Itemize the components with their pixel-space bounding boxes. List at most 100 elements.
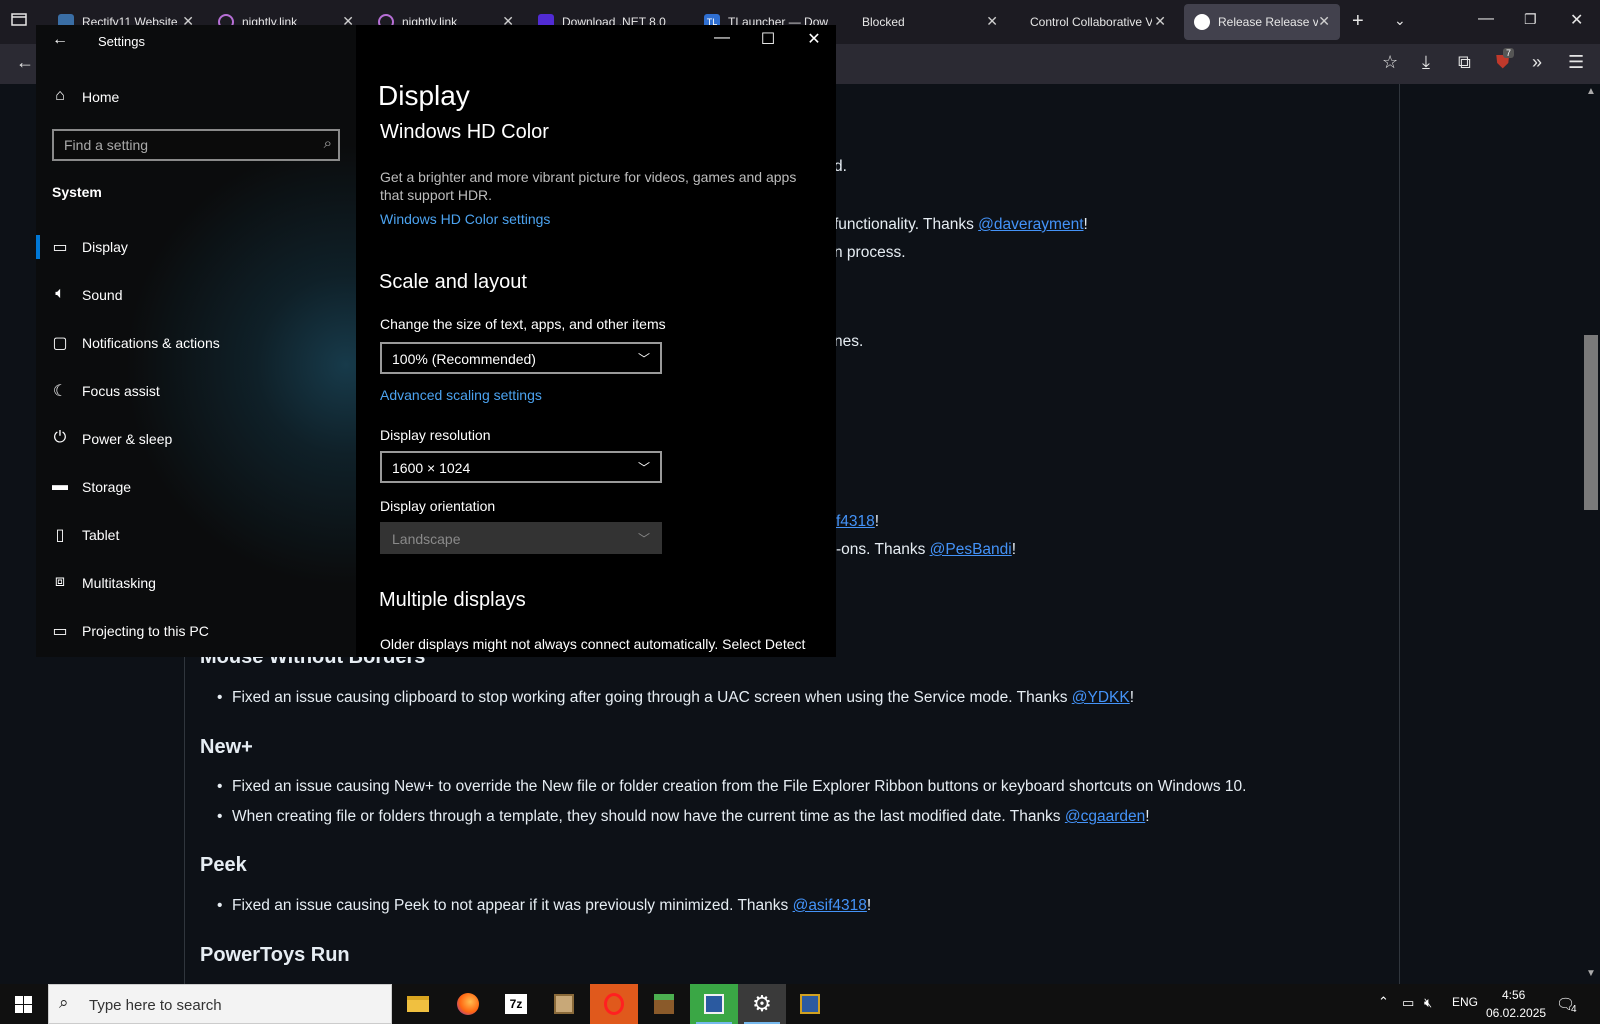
partial-text-line: nes.	[834, 333, 864, 350]
close-icon[interactable]: ✕	[794, 29, 834, 49]
chevron-down-icon: ﹀	[637, 461, 650, 475]
user-link[interactable]: @asif4318	[793, 897, 867, 914]
search-icon[interactable]: ⌕	[324, 135, 332, 152]
orientation-label: Display orientation	[380, 498, 496, 514]
browser-tab[interactable]: Blocked ✕	[852, 4, 1008, 40]
section-title: Windows HD Color	[380, 121, 549, 143]
notification-icon: ▢	[52, 335, 68, 352]
nav-item-multitasking[interactable]: ⧈ Multitasking	[36, 565, 356, 601]
download-icon[interactable]: ⤓	[1422, 52, 1430, 73]
user-link[interactable]: @cgaarden	[1065, 808, 1145, 825]
orientation-dropdown: Landscape ﹀	[380, 522, 662, 554]
bookmark-star-icon[interactable]: ☆	[1382, 52, 1398, 73]
tab-label: Blocked	[862, 15, 905, 29]
7zip-icon: 7z	[505, 994, 527, 1014]
user-link[interactable]: f4318	[836, 513, 875, 530]
clock-time[interactable]: 4:56	[1502, 988, 1525, 1002]
advanced-scaling-link[interactable]: Advanced scaling settings	[380, 387, 542, 403]
partial-text-line: functionality. Thanks @daverayment!	[834, 216, 1088, 233]
network-icon[interactable]: ▭	[1402, 995, 1414, 1011]
7zip-app[interactable]: 7z	[492, 984, 540, 1024]
chevron-up-icon[interactable]: ⌃	[1378, 994, 1389, 1010]
archive-app[interactable]	[540, 984, 588, 1024]
chart-app-icon	[704, 994, 724, 1014]
settings-app[interactable]: ⚙	[738, 984, 786, 1024]
partial-text-line: n process.	[834, 244, 906, 261]
file-explorer-app[interactable]	[394, 984, 442, 1024]
hd-color-settings-link[interactable]: Windows HD Color settings	[380, 211, 550, 227]
restore-window-icon[interactable]: ❐	[1524, 11, 1537, 28]
settings-window: ← Settings ⌂ Home ⌕ System ▭ Display 🔈︎ …	[36, 25, 836, 657]
page-scrollbar[interactable]: ▲ ▼	[1582, 84, 1600, 984]
section-heading: PowerToys Run	[200, 944, 350, 966]
close-window-icon[interactable]: ✕	[1570, 10, 1583, 30]
resolution-dropdown[interactable]: 1600 × 1024 ﹀	[380, 451, 662, 483]
back-arrow-icon[interactable]: ←	[50, 31, 70, 49]
volume-muted-icon[interactable]: 🔇︎	[1424, 995, 1432, 1011]
list-item: Fixed an issue causing clipboard to stop…	[217, 689, 1134, 707]
minimize-icon[interactable]: —	[702, 29, 742, 47]
nav-item-focus-assist[interactable]: ☾ Focus assist	[36, 373, 356, 409]
close-tab-icon[interactable]: ✕	[986, 13, 998, 30]
storage-icon: ▬	[52, 477, 68, 494]
clock-date[interactable]: 06.02.2025	[1486, 1006, 1546, 1020]
nav-item-display[interactable]: ▭ Display	[36, 229, 356, 265]
scrollbar-thumb[interactable]	[1584, 335, 1598, 510]
monitor-icon: ▭	[52, 239, 68, 256]
nav-item-label: Multitasking	[82, 575, 156, 591]
extensions-icon[interactable]: ⧉	[1458, 52, 1471, 73]
taskmgr-app[interactable]	[690, 984, 738, 1024]
partial-text-line: f4318!	[836, 513, 880, 530]
windows-logo-icon	[15, 996, 32, 1018]
scroll-down-arrow-icon[interactable]: ▼	[1586, 968, 1596, 979]
settings-search-box[interactable]: ⌕	[52, 129, 340, 161]
section-description: Get a brighter and more vibrant picture …	[380, 169, 797, 203]
more-tools-icon[interactable]: »	[1532, 52, 1542, 73]
tab-label: Control Collaborative V	[1030, 15, 1152, 29]
nav-item-label: Projecting to this PC	[82, 623, 209, 639]
nav-item-storage[interactable]: ▬ Storage	[36, 469, 356, 505]
close-tab-icon[interactable]: ✕	[1318, 13, 1330, 30]
tab-list-icon[interactable]	[10, 10, 28, 33]
nav-item-tablet[interactable]: ▯ Tablet	[36, 517, 356, 553]
nav-item-projecting[interactable]: ▭ Projecting to this PC	[36, 613, 356, 649]
start-button[interactable]	[0, 984, 48, 1024]
nav-item-sound[interactable]: 🔈︎ Sound	[36, 277, 356, 313]
nav-item-power-sleep[interactable]: ⏻ Power & sleep	[36, 421, 356, 457]
new-tab-icon[interactable]: +	[1352, 10, 1364, 33]
firefox-icon	[457, 993, 479, 1015]
dropdown-value: 100% (Recommended)	[392, 351, 536, 367]
taskbar-search-input[interactable]	[87, 995, 377, 1015]
search-icon: ⌕	[59, 993, 69, 1012]
user-link[interactable]: @YDKK	[1072, 689, 1130, 706]
menu-icon[interactable]: ☰	[1568, 52, 1584, 73]
close-tab-icon[interactable]: ✕	[1154, 13, 1166, 30]
user-link[interactable]: @daverayment	[978, 216, 1083, 233]
home-nav-item[interactable]: ⌂ Home	[36, 79, 356, 115]
taskbar-search-box[interactable]: ⌕	[48, 984, 392, 1024]
folder-icon	[407, 996, 429, 1012]
gear-icon: ⚙	[752, 991, 772, 1016]
speaker-icon: 🔈︎	[55, 285, 65, 302]
scale-dropdown[interactable]: 100% (Recommended) ﹀	[380, 342, 662, 374]
minecraft-app[interactable]	[640, 984, 688, 1024]
language-indicator[interactable]: ENG	[1452, 995, 1478, 1009]
maximize-icon[interactable]: ☐	[748, 29, 788, 49]
monitor-app[interactable]	[786, 984, 834, 1024]
package-icon	[554, 994, 574, 1014]
projecting-icon: ▭	[52, 623, 68, 640]
list-item: When creating file or folders through a …	[217, 808, 1150, 826]
tab-overflow-chevron-icon[interactable]: ⌄	[1394, 12, 1406, 29]
browser-tab-active[interactable]: Release Release v0. ✕	[1184, 4, 1340, 40]
scroll-up-arrow-icon[interactable]: ▲	[1586, 86, 1596, 97]
nav-item-notifications[interactable]: ▢ Notifications & actions	[36, 325, 356, 361]
nav-item-label: Display	[82, 239, 128, 255]
user-link[interactable]: @PesBandi	[930, 541, 1012, 558]
back-arrow-icon[interactable]: ←	[16, 52, 34, 73]
settings-search-input[interactable]	[62, 135, 302, 155]
minimize-window-icon[interactable]: —	[1478, 10, 1494, 28]
windows-taskbar: ⌕ 7z ⚙ ⌃ ▭ 🔇︎ ENG 4:56 06.02.2025 🗨︎ 4	[0, 984, 1600, 1024]
firefox-app[interactable]	[444, 984, 492, 1024]
browser-tab[interactable]: Control Collaborative V ✕	[1020, 4, 1176, 40]
opera-app[interactable]	[590, 984, 638, 1024]
